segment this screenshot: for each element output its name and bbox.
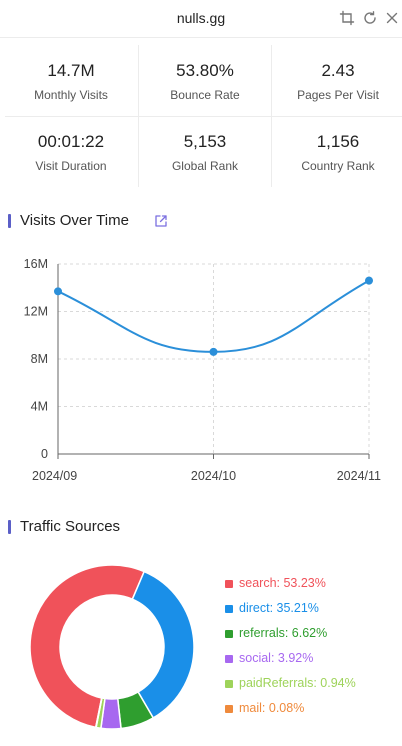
legend-swatch bbox=[225, 630, 233, 638]
external-link-icon[interactable] bbox=[154, 214, 168, 228]
stat-pages-per-visit: 2.43 Pages Per Visit bbox=[272, 45, 402, 116]
stat-label: Global Rank bbox=[171, 159, 239, 173]
stats-grid: 14.7M Monthly Visits 53.80% Bounce Rate … bbox=[5, 45, 402, 187]
stat-country-rank: 1,156 Country Rank bbox=[272, 116, 402, 187]
visits-line-chart: 0 4M 8M 12M 16M 2024/09 2024/10 2024/11 bbox=[24, 257, 381, 483]
x-tick-label: 2024/09 bbox=[32, 469, 77, 483]
legend-swatch bbox=[225, 680, 233, 688]
data-point bbox=[365, 276, 373, 285]
stat-label: Monthly Visits bbox=[34, 88, 108, 102]
stat-value: 14.7M bbox=[47, 61, 95, 80]
accent-bar bbox=[8, 214, 11, 228]
refresh-icon[interactable] bbox=[362, 10, 378, 26]
stat-value: 53.80% bbox=[176, 61, 234, 80]
stat-label: Pages Per Visit bbox=[297, 88, 379, 102]
stat-visit-duration: 00:01:22 Visit Duration bbox=[5, 116, 137, 187]
crop-icon[interactable] bbox=[339, 10, 355, 26]
legend-label: referrals: 6.62% bbox=[239, 626, 328, 640]
data-point bbox=[54, 287, 62, 296]
stat-value: 2.43 bbox=[321, 61, 355, 80]
stat-label: Country Rank bbox=[301, 159, 375, 173]
stat-value: 5,153 bbox=[183, 132, 227, 151]
y-tick-label: 8M bbox=[31, 352, 48, 366]
data-point bbox=[209, 347, 218, 356]
legend-swatch bbox=[225, 580, 233, 588]
stat-bounce-rate: 53.80% Bounce Rate bbox=[139, 45, 271, 116]
legend-swatch bbox=[225, 605, 233, 613]
stat-global-rank: 5,153 Global Rank bbox=[139, 116, 271, 187]
traffic-donut-chart bbox=[30, 565, 195, 730]
legend-swatch bbox=[225, 655, 233, 663]
stat-label: Visit Duration bbox=[35, 159, 107, 173]
close-icon[interactable] bbox=[384, 10, 400, 26]
visits-line bbox=[57, 279, 370, 353]
legend-label: direct: 35.21% bbox=[239, 601, 319, 615]
y-tick-label: 16M bbox=[24, 257, 48, 271]
accent-bar bbox=[8, 520, 11, 534]
stat-value: 1,156 bbox=[316, 132, 360, 151]
donut-slice-direct bbox=[131, 570, 195, 719]
stat-monthly-visits: 14.7M Monthly Visits bbox=[5, 45, 137, 116]
legend-label: mail: 0.08% bbox=[239, 701, 305, 715]
y-tick-label: 12M bbox=[24, 305, 48, 319]
legend-label: social: 3.92% bbox=[239, 651, 314, 665]
legend-label: search: 53.23% bbox=[239, 576, 326, 590]
stat-label: Bounce Rate bbox=[170, 88, 240, 102]
visits-section-title: Visits Over Time bbox=[8, 212, 208, 232]
x-tick-label: 2024/10 bbox=[191, 469, 236, 483]
y-tick-label: 4M bbox=[31, 400, 48, 414]
section-title-text: Visits Over Time bbox=[20, 212, 129, 229]
traffic-section-title: Traffic Sources bbox=[8, 518, 208, 538]
stat-value: 00:01:22 bbox=[37, 132, 105, 151]
legend-swatch bbox=[225, 705, 233, 713]
legend-label: paidReferrals: 0.94% bbox=[239, 676, 356, 690]
section-title-text: Traffic Sources bbox=[20, 518, 121, 535]
x-tick-label: 2024/11 bbox=[337, 469, 381, 483]
y-tick-label: 0 bbox=[41, 447, 48, 461]
panel-header: nulls.gg bbox=[0, 0, 402, 38]
